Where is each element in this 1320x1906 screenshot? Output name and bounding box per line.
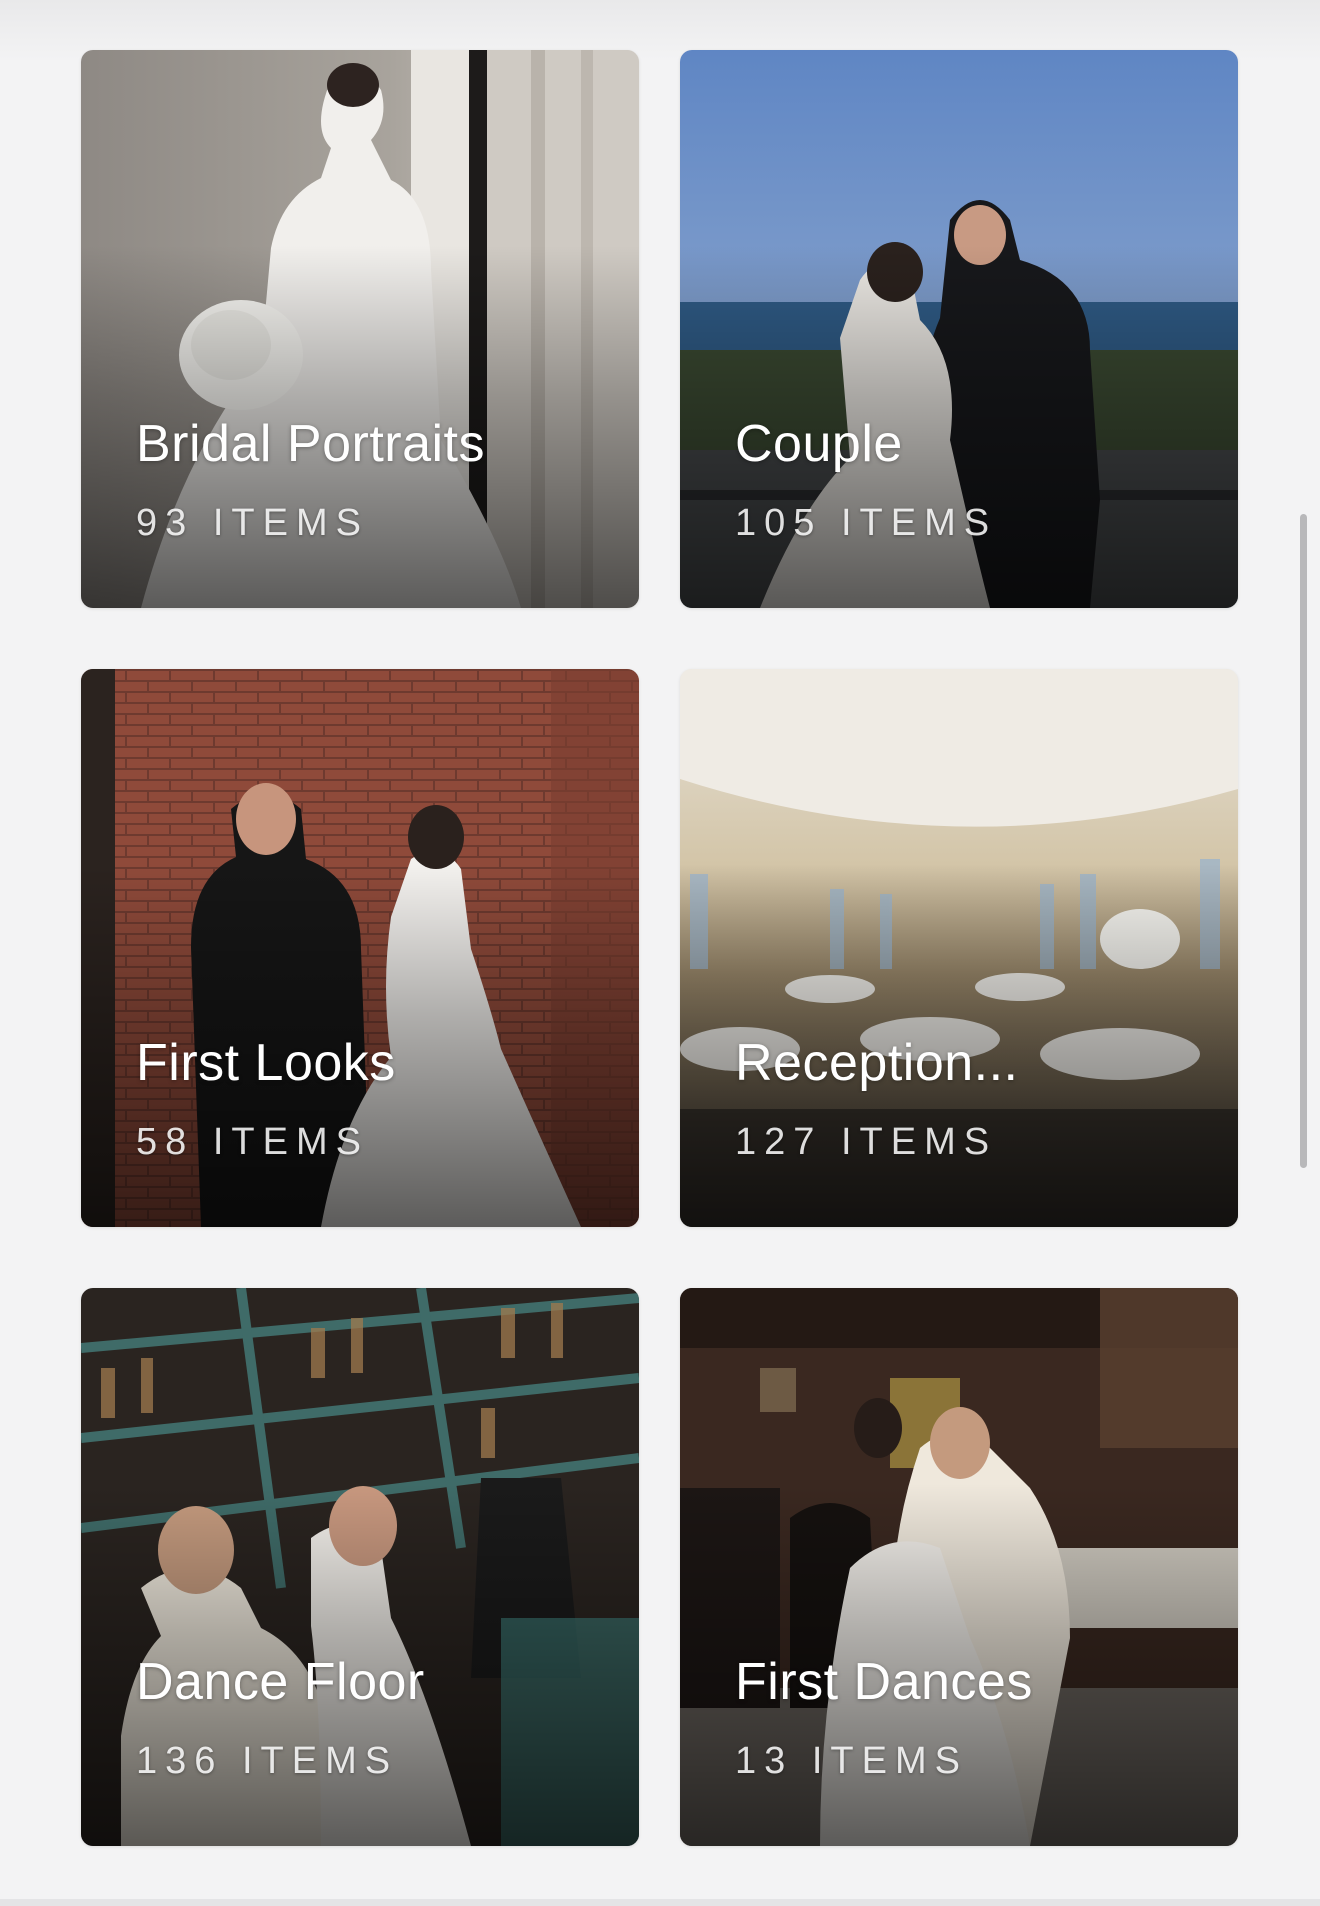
gallery-card-first-looks[interactable]: First Looks 58 ITEMS xyxy=(81,669,639,1227)
gallery-item-count: 13 ITEMS xyxy=(735,1740,968,1782)
gallery-card-first-dances[interactable]: First Dances 13 ITEMS xyxy=(680,1288,1238,1846)
gallery-title: Bridal Portraits xyxy=(136,415,485,473)
gallery-item-count: 127 ITEMS xyxy=(735,1121,998,1163)
gallery-title: Reception... xyxy=(735,1034,1019,1092)
gallery-item-count: 136 ITEMS xyxy=(136,1740,399,1782)
vertical-scrollbar[interactable] xyxy=(1300,514,1307,1168)
gallery-title: Dance Floor xyxy=(136,1653,425,1711)
gallery-card-couple[interactable]: Couple 105 ITEMS xyxy=(680,50,1238,608)
gallery-title: Couple xyxy=(735,415,903,473)
gallery-grid-page: Bridal Portraits 93 ITEMS Couple 105 ITE… xyxy=(0,0,1320,1906)
gallery-title: First Looks xyxy=(136,1034,396,1092)
bottom-divider xyxy=(0,1899,1320,1906)
gallery-card-dance-floor[interactable]: Dance Floor 136 ITEMS xyxy=(81,1288,639,1846)
gallery-item-count: 105 ITEMS xyxy=(735,502,998,544)
gallery-card-bridal-portraits[interactable]: Bridal Portraits 93 ITEMS xyxy=(81,50,639,608)
gallery-title: First Dances xyxy=(735,1653,1033,1711)
gallery-card-reception[interactable]: Reception... 127 ITEMS xyxy=(680,669,1238,1227)
gallery-item-count: 93 ITEMS xyxy=(136,502,369,544)
gallery-item-count: 58 ITEMS xyxy=(136,1121,369,1163)
